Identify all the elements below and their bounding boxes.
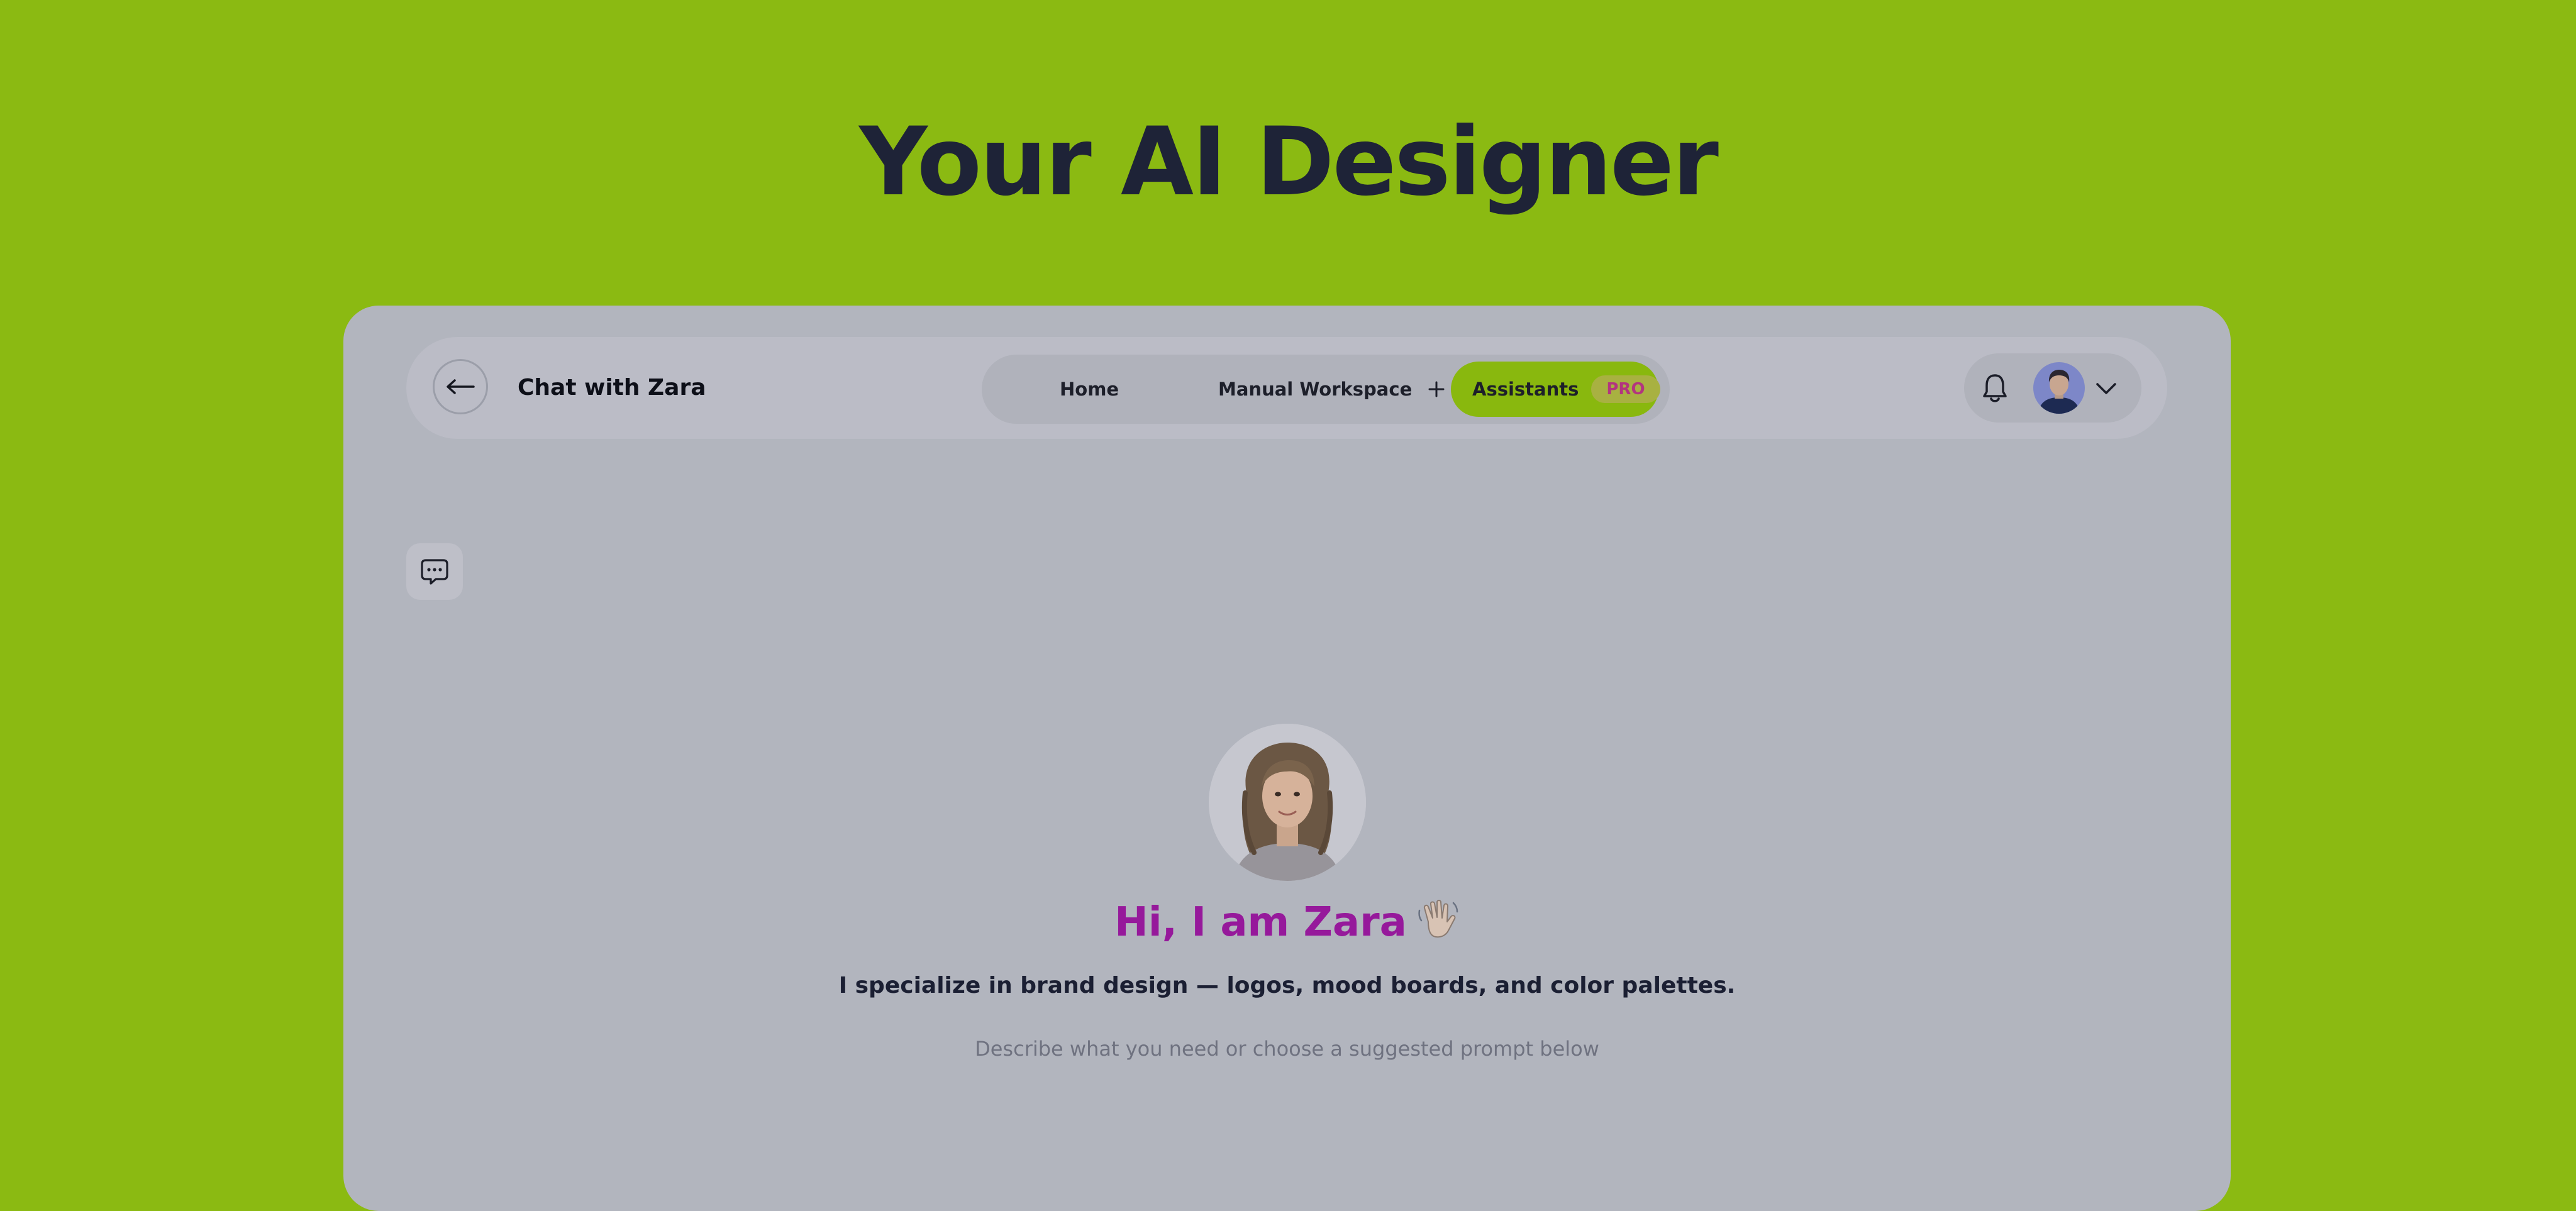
- waving-hand-icon: [1416, 897, 1460, 953]
- chevron-down-icon: [2096, 383, 2116, 394]
- prompt-hint: Describe what you need or choose a sugge…: [975, 1037, 1599, 1061]
- tab-assistants-label: Assistants: [1472, 379, 1579, 400]
- hero-title: Your AI Designer: [859, 108, 1719, 217]
- user-avatar[interactable]: [2033, 362, 2085, 414]
- nav-tabs: Home Manual Workspace Assistants PRO: [982, 355, 1670, 424]
- plus-icon[interactable]: [1428, 381, 1445, 397]
- tab-manual-workspace-label: Manual Workspace: [1218, 379, 1413, 400]
- user-controls: [1964, 353, 2141, 423]
- tab-assistants[interactable]: Assistants PRO: [1451, 362, 1660, 417]
- assistant-specialty: I specialize in brand design — logos, mo…: [838, 973, 1736, 998]
- arrow-left-icon: [447, 379, 475, 394]
- chat-history-button[interactable]: [406, 543, 463, 600]
- notifications-button[interactable]: [1979, 372, 2011, 404]
- bell-icon: [1983, 374, 2007, 402]
- assistant-greeting: Hi, I am Zara: [343, 897, 2231, 953]
- assistant-avatar: [1209, 724, 1366, 881]
- tab-home[interactable]: Home: [1060, 355, 1119, 424]
- top-bar: Chat with Zara Home Manual Workspace Ass…: [406, 337, 2167, 439]
- pro-badge: PRO: [1591, 375, 1660, 403]
- greeting-text: Hi, I am Zara: [1114, 899, 1407, 946]
- page-title: Chat with Zara: [518, 375, 706, 401]
- app-window: Chat with Zara Home Manual Workspace Ass…: [343, 306, 2231, 1211]
- tab-home-label: Home: [1060, 379, 1119, 400]
- back-button[interactable]: [433, 359, 488, 414]
- chat-bubble-icon: [421, 559, 448, 585]
- tab-manual-workspace[interactable]: Manual Workspace: [1218, 355, 1445, 424]
- account-menu-button[interactable]: [2094, 376, 2119, 401]
